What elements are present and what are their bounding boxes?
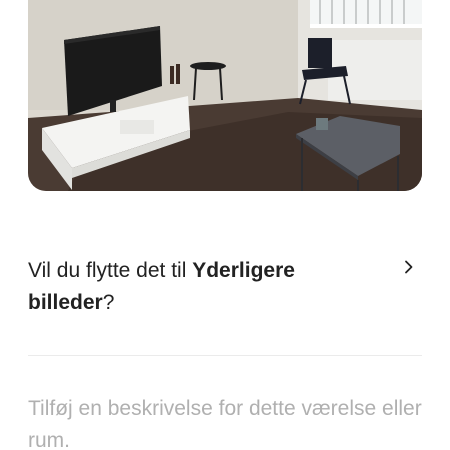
chevron-right-icon[interactable] xyxy=(402,260,416,274)
move-to-additional-photos-row[interactable]: Vil du flytte det til Yderligere billede… xyxy=(28,255,422,325)
room-photo xyxy=(28,0,422,191)
divider xyxy=(28,355,422,356)
move-prompt-prefix: Vil du flytte det til xyxy=(28,259,187,282)
move-prompt-suffix: ? xyxy=(102,291,115,314)
move-to-additional-photos-text: Vil du flytte det til Yderligere billede… xyxy=(28,255,378,319)
photo-detail-screen: Vil du flytte det til Yderligere billede… xyxy=(0,0,450,450)
description-field[interactable]: Tilføj en beskrivelse for dette værelse … xyxy=(28,393,422,450)
room-photo-image xyxy=(28,0,422,191)
